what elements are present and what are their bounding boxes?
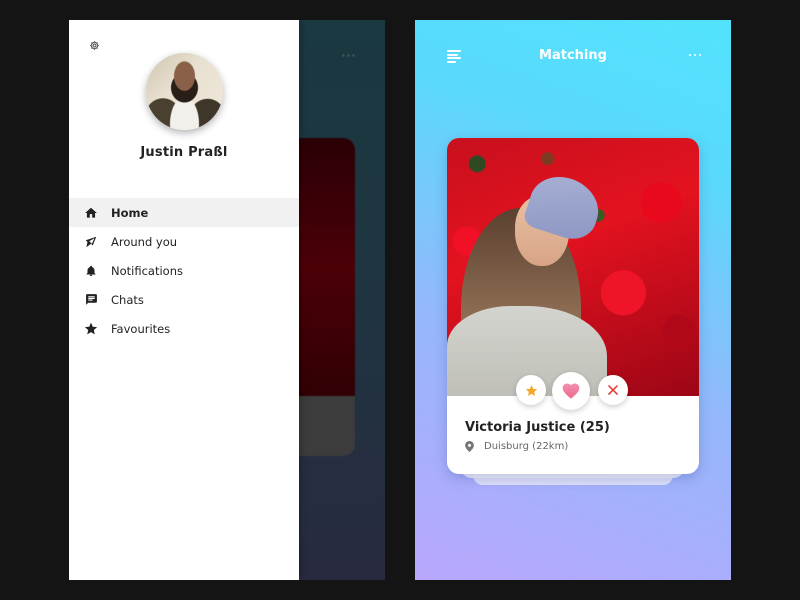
location-text: Duisburg (22km) — [484, 441, 569, 452]
like-button[interactable] — [552, 372, 590, 410]
matching-screen: Matching Victoria Justice (25) Duisburg … — [415, 20, 731, 580]
heart-icon — [562, 383, 580, 399]
match-photo — [447, 138, 699, 396]
sidebar-item-home[interactable]: Home — [69, 198, 299, 227]
favourite-button[interactable] — [516, 375, 546, 405]
match-location: Duisburg (22km) — [465, 441, 610, 452]
sidebar-item-label: Chats — [111, 292, 144, 307]
navigation-drawer: Justin Praßl Home Around you Notificatio… — [69, 20, 299, 580]
gear-icon[interactable] — [89, 36, 100, 50]
sidebar-item-notifications[interactable]: Notifications — [69, 256, 299, 285]
dismiss-button[interactable] — [598, 375, 628, 405]
user-name: Justin Praßl — [140, 145, 228, 160]
sidebar-item-label: Favourites — [111, 321, 171, 336]
match-info: Victoria Justice (25) Duisburg (22km) — [465, 420, 610, 452]
header: Matching — [415, 20, 731, 90]
sidebar-item-around-you[interactable]: Around you — [69, 227, 299, 256]
sidebar-item-label: Home — [111, 205, 149, 220]
star-icon — [84, 322, 98, 336]
sidebar-item-label: Notifications — [111, 263, 183, 278]
chat-icon — [84, 293, 98, 307]
drawer-screen: Justin Praßl Home Around you Notificatio… — [69, 20, 385, 580]
drawer-menu: Home Around you Notifications Chats Favo… — [69, 198, 299, 343]
compass-icon — [84, 235, 98, 249]
sidebar-item-favourites[interactable]: Favourites — [69, 314, 299, 343]
location-pin-icon — [465, 441, 474, 452]
card-actions — [447, 372, 699, 416]
dimmed-more-icon — [341, 54, 355, 57]
home-icon — [84, 206, 98, 220]
star-icon — [525, 384, 537, 396]
more-icon[interactable] — [689, 54, 701, 58]
page-title: Matching — [539, 48, 607, 63]
sidebar-item-label: Around you — [111, 234, 178, 249]
bell-icon — [84, 264, 98, 278]
avatar[interactable] — [146, 53, 223, 130]
sidebar-item-chats[interactable]: Chats — [69, 285, 299, 314]
match-card[interactable]: Victoria Justice (25) Duisburg (22km) — [447, 138, 699, 474]
match-name: Victoria Justice (25) — [465, 420, 610, 435]
close-icon — [608, 385, 618, 395]
